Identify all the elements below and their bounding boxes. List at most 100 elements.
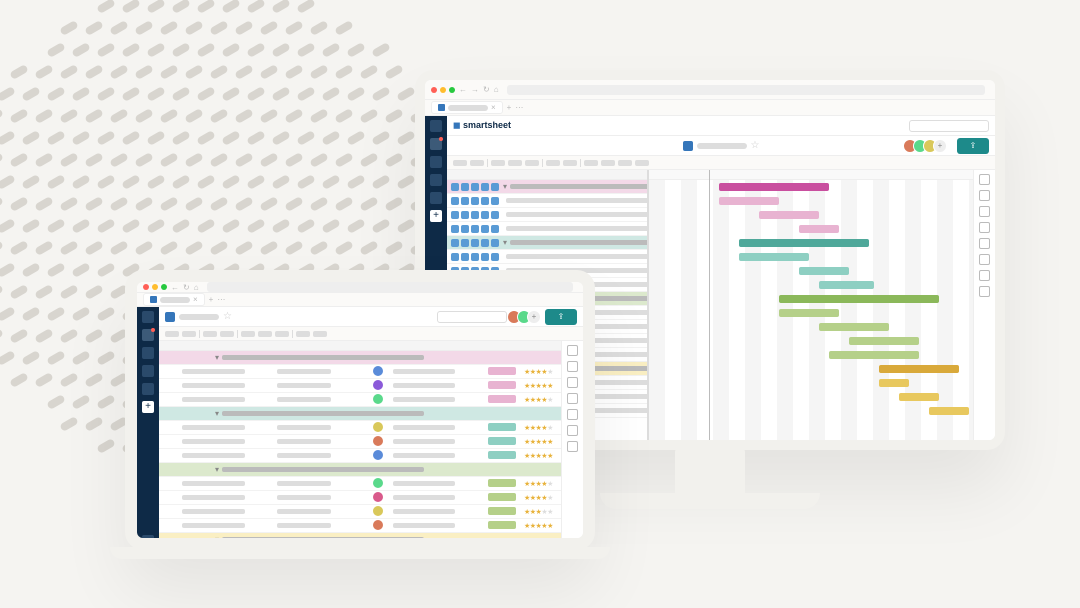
- sheet-title[interactable]: [179, 314, 219, 320]
- home-icon[interactable]: ⌂: [194, 283, 199, 292]
- gantt-bar[interactable]: [819, 281, 874, 289]
- table-row[interactable]: ★★★★★: [159, 519, 561, 533]
- close-icon[interactable]: ×: [491, 103, 496, 112]
- sidebar-favorites-icon[interactable]: [142, 383, 154, 395]
- nav-back-icon[interactable]: ←: [171, 283, 179, 292]
- activity-icon[interactable]: [567, 409, 578, 420]
- conversations-icon[interactable]: [567, 393, 578, 404]
- table-row[interactable]: ★★★★★: [159, 477, 561, 491]
- gantt-bar[interactable]: [719, 197, 779, 205]
- brandfolder-icon[interactable]: [979, 270, 990, 281]
- table-row[interactable]: ★★★★★: [159, 379, 561, 393]
- toolbar-button[interactable]: [601, 160, 615, 166]
- sidebar-home-icon[interactable]: [430, 120, 442, 132]
- sidebar-folder-icon[interactable]: [430, 156, 442, 168]
- toolbar-button[interactable]: [563, 160, 577, 166]
- gantt-bar[interactable]: [879, 379, 909, 387]
- brandfolder-icon[interactable]: [567, 441, 578, 452]
- comments-icon[interactable]: [567, 345, 578, 356]
- gantt-bar[interactable]: [779, 295, 939, 303]
- sidebar-notifications-icon[interactable]: [142, 329, 154, 341]
- url-bar[interactable]: [207, 282, 573, 292]
- table-row[interactable]: ★★★★★: [159, 449, 561, 463]
- toolbar-button[interactable]: [296, 331, 310, 337]
- toolbar-button[interactable]: [491, 160, 505, 166]
- reload-icon[interactable]: ↻: [483, 85, 490, 94]
- toolbar-button[interactable]: [525, 160, 539, 166]
- table-row[interactable]: ★★★★★: [159, 435, 561, 449]
- toolbar-button[interactable]: [258, 331, 272, 337]
- section-header[interactable]: ▾: [159, 407, 561, 421]
- section-header[interactable]: ▾: [159, 351, 561, 365]
- table-row[interactable]: ★★★★★: [159, 393, 561, 407]
- summary-icon[interactable]: [567, 425, 578, 436]
- sidebar-home-icon[interactable]: [142, 311, 154, 323]
- gantt-bar[interactable]: [759, 211, 819, 219]
- search-input[interactable]: [437, 311, 507, 323]
- sheet-title[interactable]: [697, 143, 747, 149]
- toolbar-button[interactable]: [220, 331, 234, 337]
- toolbar-button[interactable]: [453, 160, 467, 166]
- share-button[interactable]: ⇪: [545, 309, 577, 325]
- search-input[interactable]: [909, 120, 989, 132]
- toolbar-button[interactable]: [203, 331, 217, 337]
- toolbar-button[interactable]: [470, 160, 484, 166]
- home-icon[interactable]: ⌂: [494, 85, 499, 94]
- toolbar-button[interactable]: [275, 331, 289, 337]
- section-header[interactable]: ▾: [159, 463, 561, 477]
- favorite-icon[interactable]: ☆: [223, 311, 232, 322]
- table-row[interactable]: ★★★★★: [159, 505, 561, 519]
- sidebar-folder-icon[interactable]: [142, 347, 154, 359]
- toolbar-button[interactable]: [182, 331, 196, 337]
- toolbar-button[interactable]: [546, 160, 560, 166]
- gantt-bar[interactable]: [829, 351, 919, 359]
- sidebar-add-icon[interactable]: +: [430, 210, 442, 222]
- toolbar-button[interactable]: [508, 160, 522, 166]
- browser-tab[interactable]: ×: [143, 293, 205, 306]
- reload-icon[interactable]: ↻: [183, 283, 190, 292]
- comments-icon[interactable]: [979, 174, 990, 185]
- sidebar-apps-icon[interactable]: [142, 535, 154, 538]
- gantt-bar[interactable]: [719, 183, 829, 191]
- sidebar-favorites-icon[interactable]: [430, 192, 442, 204]
- section-header[interactable]: ▾: [159, 533, 561, 538]
- gantt-bar[interactable]: [879, 365, 959, 373]
- gantt-bar[interactable]: [929, 407, 969, 415]
- url-bar[interactable]: [507, 85, 985, 95]
- table-row[interactable]: ★★★★★: [159, 365, 561, 379]
- table-row[interactable]: ★★★★★: [159, 421, 561, 435]
- toolbar-button[interactable]: [241, 331, 255, 337]
- share-button[interactable]: ⇪: [957, 138, 989, 154]
- resource-icon[interactable]: [979, 286, 990, 297]
- gantt-bar[interactable]: [799, 267, 849, 275]
- table-row[interactable]: ★★★★★: [159, 491, 561, 505]
- nav-back-icon[interactable]: ←: [459, 85, 467, 94]
- sidebar-recents-icon[interactable]: [142, 365, 154, 377]
- gantt-bar[interactable]: [779, 309, 839, 317]
- add-collaborator-icon[interactable]: +: [933, 139, 947, 153]
- add-collaborator-icon[interactable]: +: [527, 310, 541, 324]
- sheet-grid[interactable]: ▾★★★★★★★★★★★★★★★▾★★★★★★★★★★★★★★★▾★★★★★★★…: [159, 341, 561, 538]
- proofs-icon[interactable]: [567, 377, 578, 388]
- activity-icon[interactable]: [979, 238, 990, 249]
- sidebar-add-icon[interactable]: +: [142, 401, 154, 413]
- favorite-icon[interactable]: ☆: [751, 140, 760, 151]
- gantt-bar[interactable]: [819, 323, 889, 331]
- gantt-bar[interactable]: [799, 225, 839, 233]
- new-tab-icon[interactable]: +: [507, 103, 512, 112]
- toolbar-button[interactable]: [584, 160, 598, 166]
- nav-fwd-icon[interactable]: →: [471, 85, 479, 94]
- sidebar-notifications-icon[interactable]: [430, 138, 442, 150]
- proofs-icon[interactable]: [979, 206, 990, 217]
- sidebar-recents-icon[interactable]: [430, 174, 442, 186]
- conversations-icon[interactable]: [979, 222, 990, 233]
- gantt-bar[interactable]: [899, 393, 939, 401]
- gantt-chart[interactable]: [647, 170, 973, 440]
- toolbar-button[interactable]: [618, 160, 632, 166]
- toolbar-button[interactable]: [313, 331, 327, 337]
- browser-tab[interactable]: ×: [431, 101, 503, 114]
- toolbar-button[interactable]: [635, 160, 649, 166]
- new-tab-icon[interactable]: +: [209, 295, 214, 304]
- close-icon[interactable]: ×: [193, 295, 198, 304]
- attachments-icon[interactable]: [979, 190, 990, 201]
